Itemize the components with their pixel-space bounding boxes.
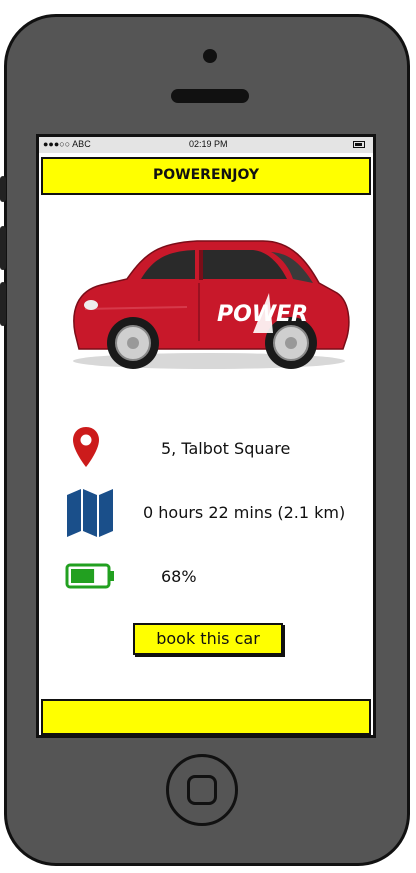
- battery-percent-text: 68%: [161, 567, 197, 586]
- book-car-label: book this car: [156, 629, 260, 648]
- book-car-button[interactable]: book this car: [133, 623, 283, 655]
- location-text: 5, Talbot Square: [161, 439, 291, 458]
- app-header: POWERENJOY: [41, 157, 371, 195]
- camera-dot: [203, 49, 217, 63]
- bottom-bar: [41, 699, 371, 735]
- map-icon: [67, 489, 113, 537]
- travel-time-text: 0 hours 22 mins (2.1 km): [143, 503, 346, 522]
- speaker-slot: [171, 89, 249, 103]
- car-brand-text: POWER: [217, 302, 308, 327]
- phone-screen: ●●●○○ ABC 02:19 PM POWERENJOY POWER 5, T…: [36, 134, 376, 738]
- volume-up-button: [0, 226, 6, 270]
- battery-icon: [65, 563, 114, 589]
- car-image: POWER: [73, 240, 350, 369]
- battery-fill: [71, 569, 95, 583]
- volume-down-button: [0, 282, 6, 326]
- clock: 02:19 PM: [189, 139, 228, 149]
- map-pin-icon: [73, 427, 99, 467]
- home-button-square-icon: [187, 775, 217, 805]
- status-battery-icon: [353, 141, 365, 148]
- home-button[interactable]: [166, 754, 238, 826]
- status-bar: ●●●○○ ABC 02:19 PM: [39, 137, 373, 153]
- mute-switch: [0, 176, 6, 202]
- carrier-label: ●●●○○ ABC: [43, 139, 91, 149]
- app-title: POWERENJOY: [153, 167, 259, 183]
